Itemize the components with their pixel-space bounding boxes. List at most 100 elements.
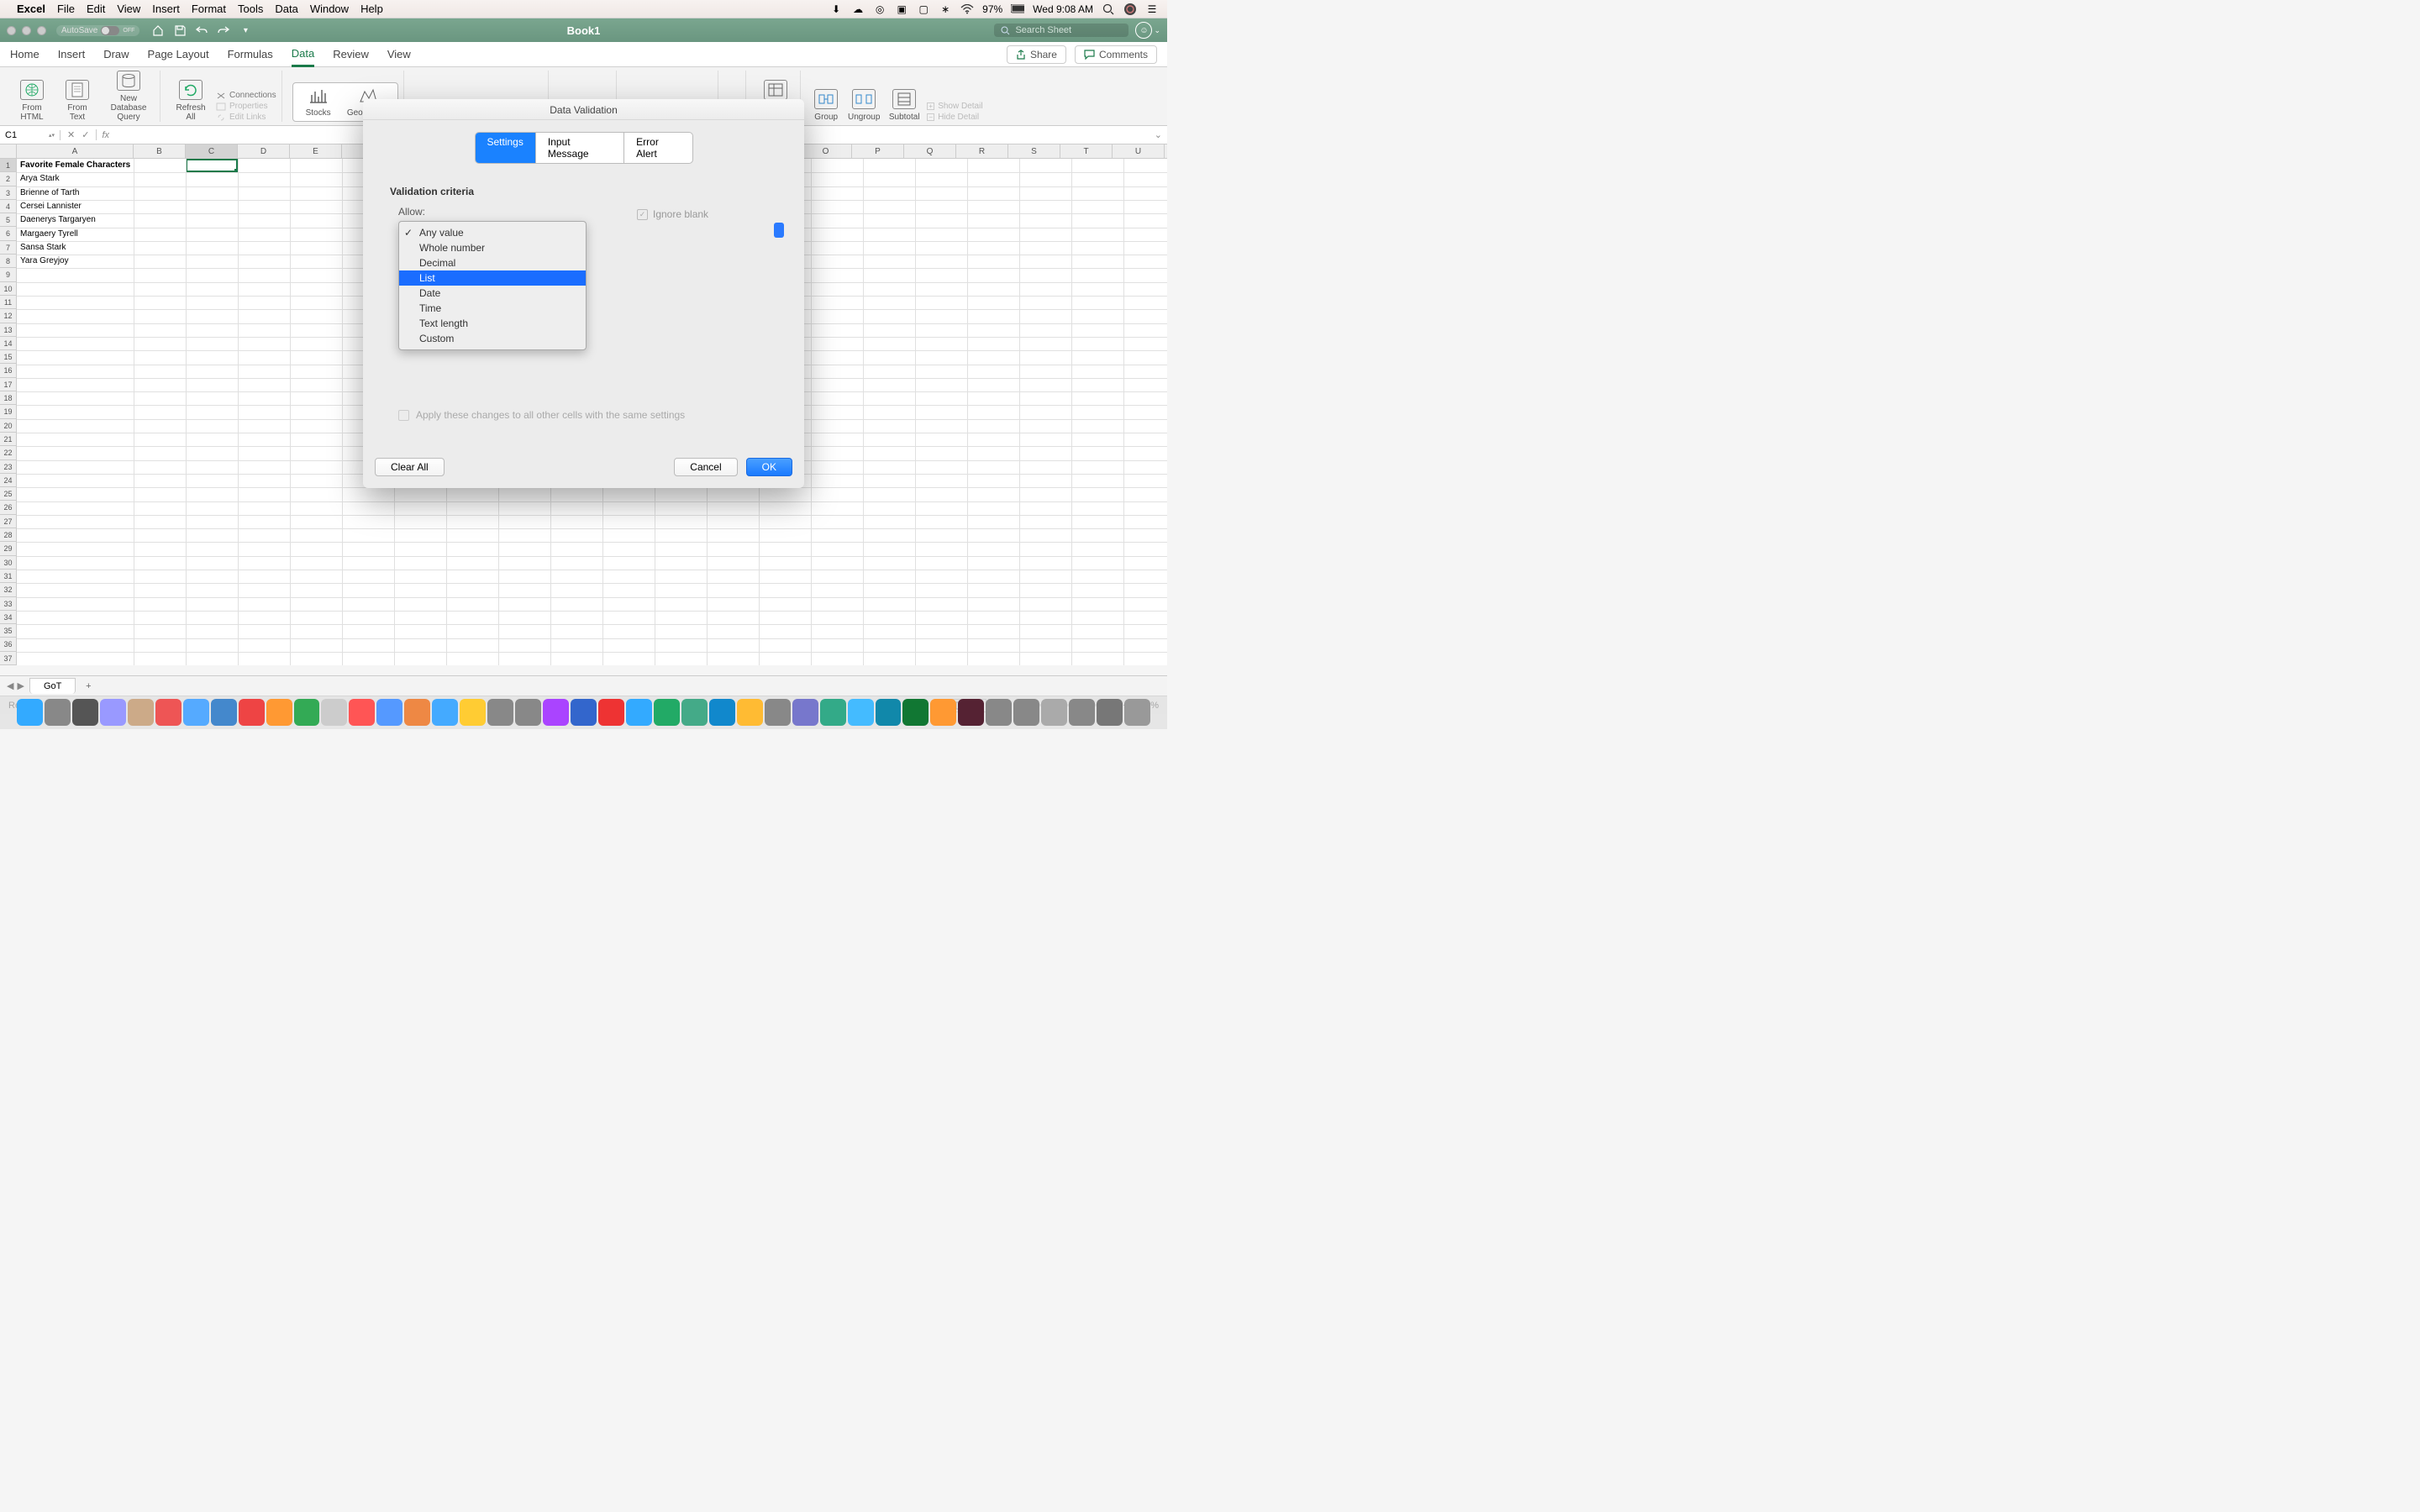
select-all-corner[interactable] xyxy=(0,144,17,158)
dialog-tab-error-alert[interactable]: Error Alert xyxy=(624,133,692,163)
dock-app-34[interactable] xyxy=(958,699,984,726)
feedback-chevron-icon[interactable]: ⌄ xyxy=(1154,26,1160,35)
window-traffic-lights[interactable] xyxy=(7,26,46,35)
dock-app-23[interactable] xyxy=(654,699,680,726)
ungroup-button[interactable]: Ungroup xyxy=(846,89,881,122)
row-header-20[interactable]: 20 xyxy=(0,419,17,433)
menu-window[interactable]: Window xyxy=(310,3,349,15)
sheet-nav-prev-icon[interactable]: ◀ xyxy=(7,680,13,691)
dock-app-40[interactable] xyxy=(1124,699,1150,726)
dock-app-35[interactable] xyxy=(986,699,1012,726)
from-text-button[interactable]: FromText xyxy=(57,80,97,122)
menu-file[interactable]: File xyxy=(57,3,75,15)
dock-app-15[interactable] xyxy=(432,699,458,726)
tab-page-layout[interactable]: Page Layout xyxy=(148,43,209,66)
dock-app-8[interactable] xyxy=(239,699,265,726)
row-header-29[interactable]: 29 xyxy=(0,542,17,555)
row-header-12[interactable]: 12 xyxy=(0,309,17,323)
battery-icon[interactable] xyxy=(1011,3,1024,16)
row-header-13[interactable]: 13 xyxy=(0,323,17,337)
fx-label[interactable]: fx xyxy=(97,130,114,140)
dock-app-7[interactable] xyxy=(211,699,237,726)
col-header-q[interactable]: Q xyxy=(904,144,956,158)
row-header-22[interactable]: 22 xyxy=(0,446,17,459)
apply-changes-checkbox[interactable] xyxy=(398,410,409,421)
notification-center-icon[interactable]: ☰ xyxy=(1145,3,1159,16)
row-header-23[interactable]: 23 xyxy=(0,460,17,474)
dock-app-28[interactable] xyxy=(792,699,818,726)
sheet-tab-got[interactable]: GoT xyxy=(29,678,76,694)
col-header-t[interactable]: T xyxy=(1060,144,1113,158)
name-box[interactable]: C1▴▾ xyxy=(0,130,60,140)
col-header-u[interactable]: U xyxy=(1113,144,1165,158)
dock-app-31[interactable] xyxy=(876,699,902,726)
tab-view[interactable]: View xyxy=(387,43,411,66)
dropbox-icon[interactable]: ⬇︎ xyxy=(829,3,843,16)
from-html-button[interactable]: FromHTML xyxy=(12,80,52,122)
row-header-37[interactable]: 37 xyxy=(0,652,17,665)
bluetooth-icon[interactable]: ∗ xyxy=(939,3,952,16)
menu-insert[interactable]: Insert xyxy=(152,3,180,15)
wifi-icon[interactable] xyxy=(960,3,974,16)
accept-formula-icon[interactable]: ✓ xyxy=(82,129,89,140)
menu-tools[interactable]: Tools xyxy=(238,3,263,15)
tab-insert[interactable]: Insert xyxy=(58,43,86,66)
undo-icon[interactable] xyxy=(195,24,208,37)
cell-a7[interactable]: Sansa Stark xyxy=(18,242,67,253)
row-header-3[interactable]: 3 xyxy=(0,186,17,200)
col-header-p[interactable]: P xyxy=(852,144,904,158)
dialog-tab-input-message[interactable]: Input Message xyxy=(536,133,624,163)
show-detail-button[interactable]: +Show Detail xyxy=(927,102,982,111)
sheet-nav-next-icon[interactable]: ▶ xyxy=(17,680,24,691)
dock-app-32[interactable] xyxy=(902,699,929,726)
hide-detail-button[interactable]: −Hide Detail xyxy=(927,113,982,122)
onedrive-icon[interactable]: ☁︎ xyxy=(851,3,865,16)
col-header-b[interactable]: B xyxy=(134,144,186,158)
row-header-30[interactable]: 30 xyxy=(0,556,17,570)
dock-app-38[interactable] xyxy=(1069,699,1095,726)
row-header-8[interactable]: 8 xyxy=(0,255,17,268)
row-header-5[interactable]: 5 xyxy=(0,213,17,227)
row-header-35[interactable]: 35 xyxy=(0,624,17,638)
properties-button[interactable]: Properties xyxy=(216,102,276,111)
col-header-d[interactable]: D xyxy=(238,144,290,158)
menu-data[interactable]: Data xyxy=(275,3,297,15)
dock-app-25[interactable] xyxy=(709,699,735,726)
clear-all-button[interactable]: Clear All xyxy=(375,458,445,476)
row-header-19[interactable]: 19 xyxy=(0,405,17,418)
row-header-32[interactable]: 32 xyxy=(0,583,17,596)
dock-app-10[interactable] xyxy=(294,699,320,726)
row-header-9[interactable]: 9 xyxy=(0,268,17,281)
row-header-17[interactable]: 17 xyxy=(0,378,17,391)
share-button[interactable]: Share xyxy=(1007,45,1066,64)
col-header-r[interactable]: R xyxy=(956,144,1008,158)
app-name[interactable]: Excel xyxy=(17,3,45,15)
tray-app-icon[interactable]: ▣ xyxy=(895,3,908,16)
allow-option-list[interactable]: List xyxy=(399,270,586,286)
row-header-33[interactable]: 33 xyxy=(0,597,17,611)
formula-expand-icon[interactable]: ⌄ xyxy=(1150,129,1167,140)
row-header-14[interactable]: 14 xyxy=(0,337,17,350)
allow-option-text-length[interactable]: Text length xyxy=(399,316,586,331)
row-header-36[interactable]: 36 xyxy=(0,638,17,651)
row-header-21[interactable]: 21 xyxy=(0,433,17,446)
dock-app-9[interactable] xyxy=(266,699,292,726)
dock-app-19[interactable] xyxy=(543,699,569,726)
dialog-tab-settings[interactable]: Settings xyxy=(476,133,536,163)
tab-draw[interactable]: Draw xyxy=(103,43,129,66)
dock-app-3[interactable] xyxy=(100,699,126,726)
dock-app-4[interactable] xyxy=(128,699,154,726)
siri-icon[interactable] xyxy=(1123,3,1137,16)
row-header-28[interactable]: 28 xyxy=(0,528,17,542)
dock-app-26[interactable] xyxy=(737,699,763,726)
dock-app-18[interactable] xyxy=(515,699,541,726)
cell-a2[interactable]: Arya Stark xyxy=(18,173,61,184)
dock-app-14[interactable] xyxy=(404,699,430,726)
dock-app-5[interactable] xyxy=(155,699,182,726)
row-header-1[interactable]: 1 xyxy=(0,159,17,172)
row-header-18[interactable]: 18 xyxy=(0,391,17,405)
dock-app-30[interactable] xyxy=(848,699,874,726)
row-header-15[interactable]: 15 xyxy=(0,350,17,364)
col-header-s[interactable]: S xyxy=(1008,144,1060,158)
spotlight-icon[interactable] xyxy=(1102,3,1115,16)
